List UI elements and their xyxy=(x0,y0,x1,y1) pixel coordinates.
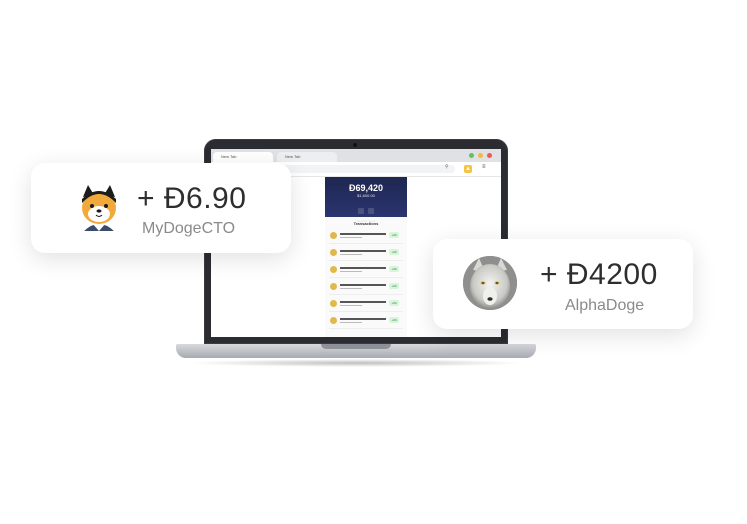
dogecoin-icon xyxy=(330,300,337,307)
transaction-row[interactable]: +69 xyxy=(329,314,403,329)
tipper-name: AlphaDoge xyxy=(565,297,645,314)
dogecoin-icon xyxy=(330,249,337,256)
window-minimize-dot[interactable] xyxy=(469,153,474,158)
receive-button[interactable] xyxy=(358,208,364,214)
send-button[interactable] xyxy=(368,208,374,214)
search-icon[interactable]: ⚲ xyxy=(445,164,449,170)
tip-card-alphadoge: + Đ4200 AlphaDoge xyxy=(433,239,693,329)
transaction-row[interactable]: +69 xyxy=(329,263,403,278)
dogecoin-icon xyxy=(330,232,337,239)
laptop-shadow xyxy=(186,359,526,367)
wolf-avatar-icon xyxy=(463,256,517,310)
wallet-actions: Receive Send xyxy=(351,201,381,223)
transaction-row[interactable]: +69 xyxy=(329,246,403,261)
tip-card-mydogecto: + Đ6.90 MyDogeCTO xyxy=(31,163,291,253)
transaction-amount: +69 xyxy=(389,266,399,272)
transaction-row[interactable]: +69 xyxy=(329,280,403,295)
transaction-amount: +69 xyxy=(389,249,399,255)
browser-tab-bar: New Tab New Tab xyxy=(211,149,501,162)
transactions-title: Transactions xyxy=(353,221,379,226)
dogecoin-icon xyxy=(330,266,337,273)
tip-amount: + Đ4200 xyxy=(540,258,658,291)
transaction-row[interactable]: +69 xyxy=(329,229,403,244)
transaction-row[interactable]: +69 xyxy=(329,297,403,312)
browser-tab-2[interactable]: New Tab xyxy=(277,152,337,162)
hamburger-menu-icon[interactable]: ≡ xyxy=(482,164,486,170)
tipper-name: MyDogeCTO xyxy=(142,220,236,237)
transaction-amount: +69 xyxy=(389,232,399,238)
laptop-notch xyxy=(321,344,391,349)
window-maximize-dot[interactable] xyxy=(478,153,483,158)
doge-paw-icon[interactable]: ▲ xyxy=(464,165,472,173)
webcam xyxy=(353,143,357,147)
transaction-amount: +69 xyxy=(389,300,399,306)
dogecoin-icon xyxy=(330,283,337,290)
transaction-amount: +69 xyxy=(389,317,399,323)
transaction-amount: +69 xyxy=(389,283,399,289)
wallet-header: Đ69,420 $1,600.00 Receive Send xyxy=(325,177,407,223)
tip-amount: + Đ6.90 xyxy=(137,182,247,215)
wallet-usd-balance: $1,600.00 xyxy=(357,193,375,198)
wallet-balance: Đ69,420 xyxy=(348,183,384,193)
window-close-dot[interactable] xyxy=(487,153,492,158)
dogecoin-icon xyxy=(330,317,337,324)
shiba-avatar-icon xyxy=(72,181,126,235)
browser-tab-1[interactable]: New Tab xyxy=(213,152,273,162)
wallet-popup: Đ69,420 $1,600.00 Receive Send Transacti… xyxy=(325,177,407,337)
